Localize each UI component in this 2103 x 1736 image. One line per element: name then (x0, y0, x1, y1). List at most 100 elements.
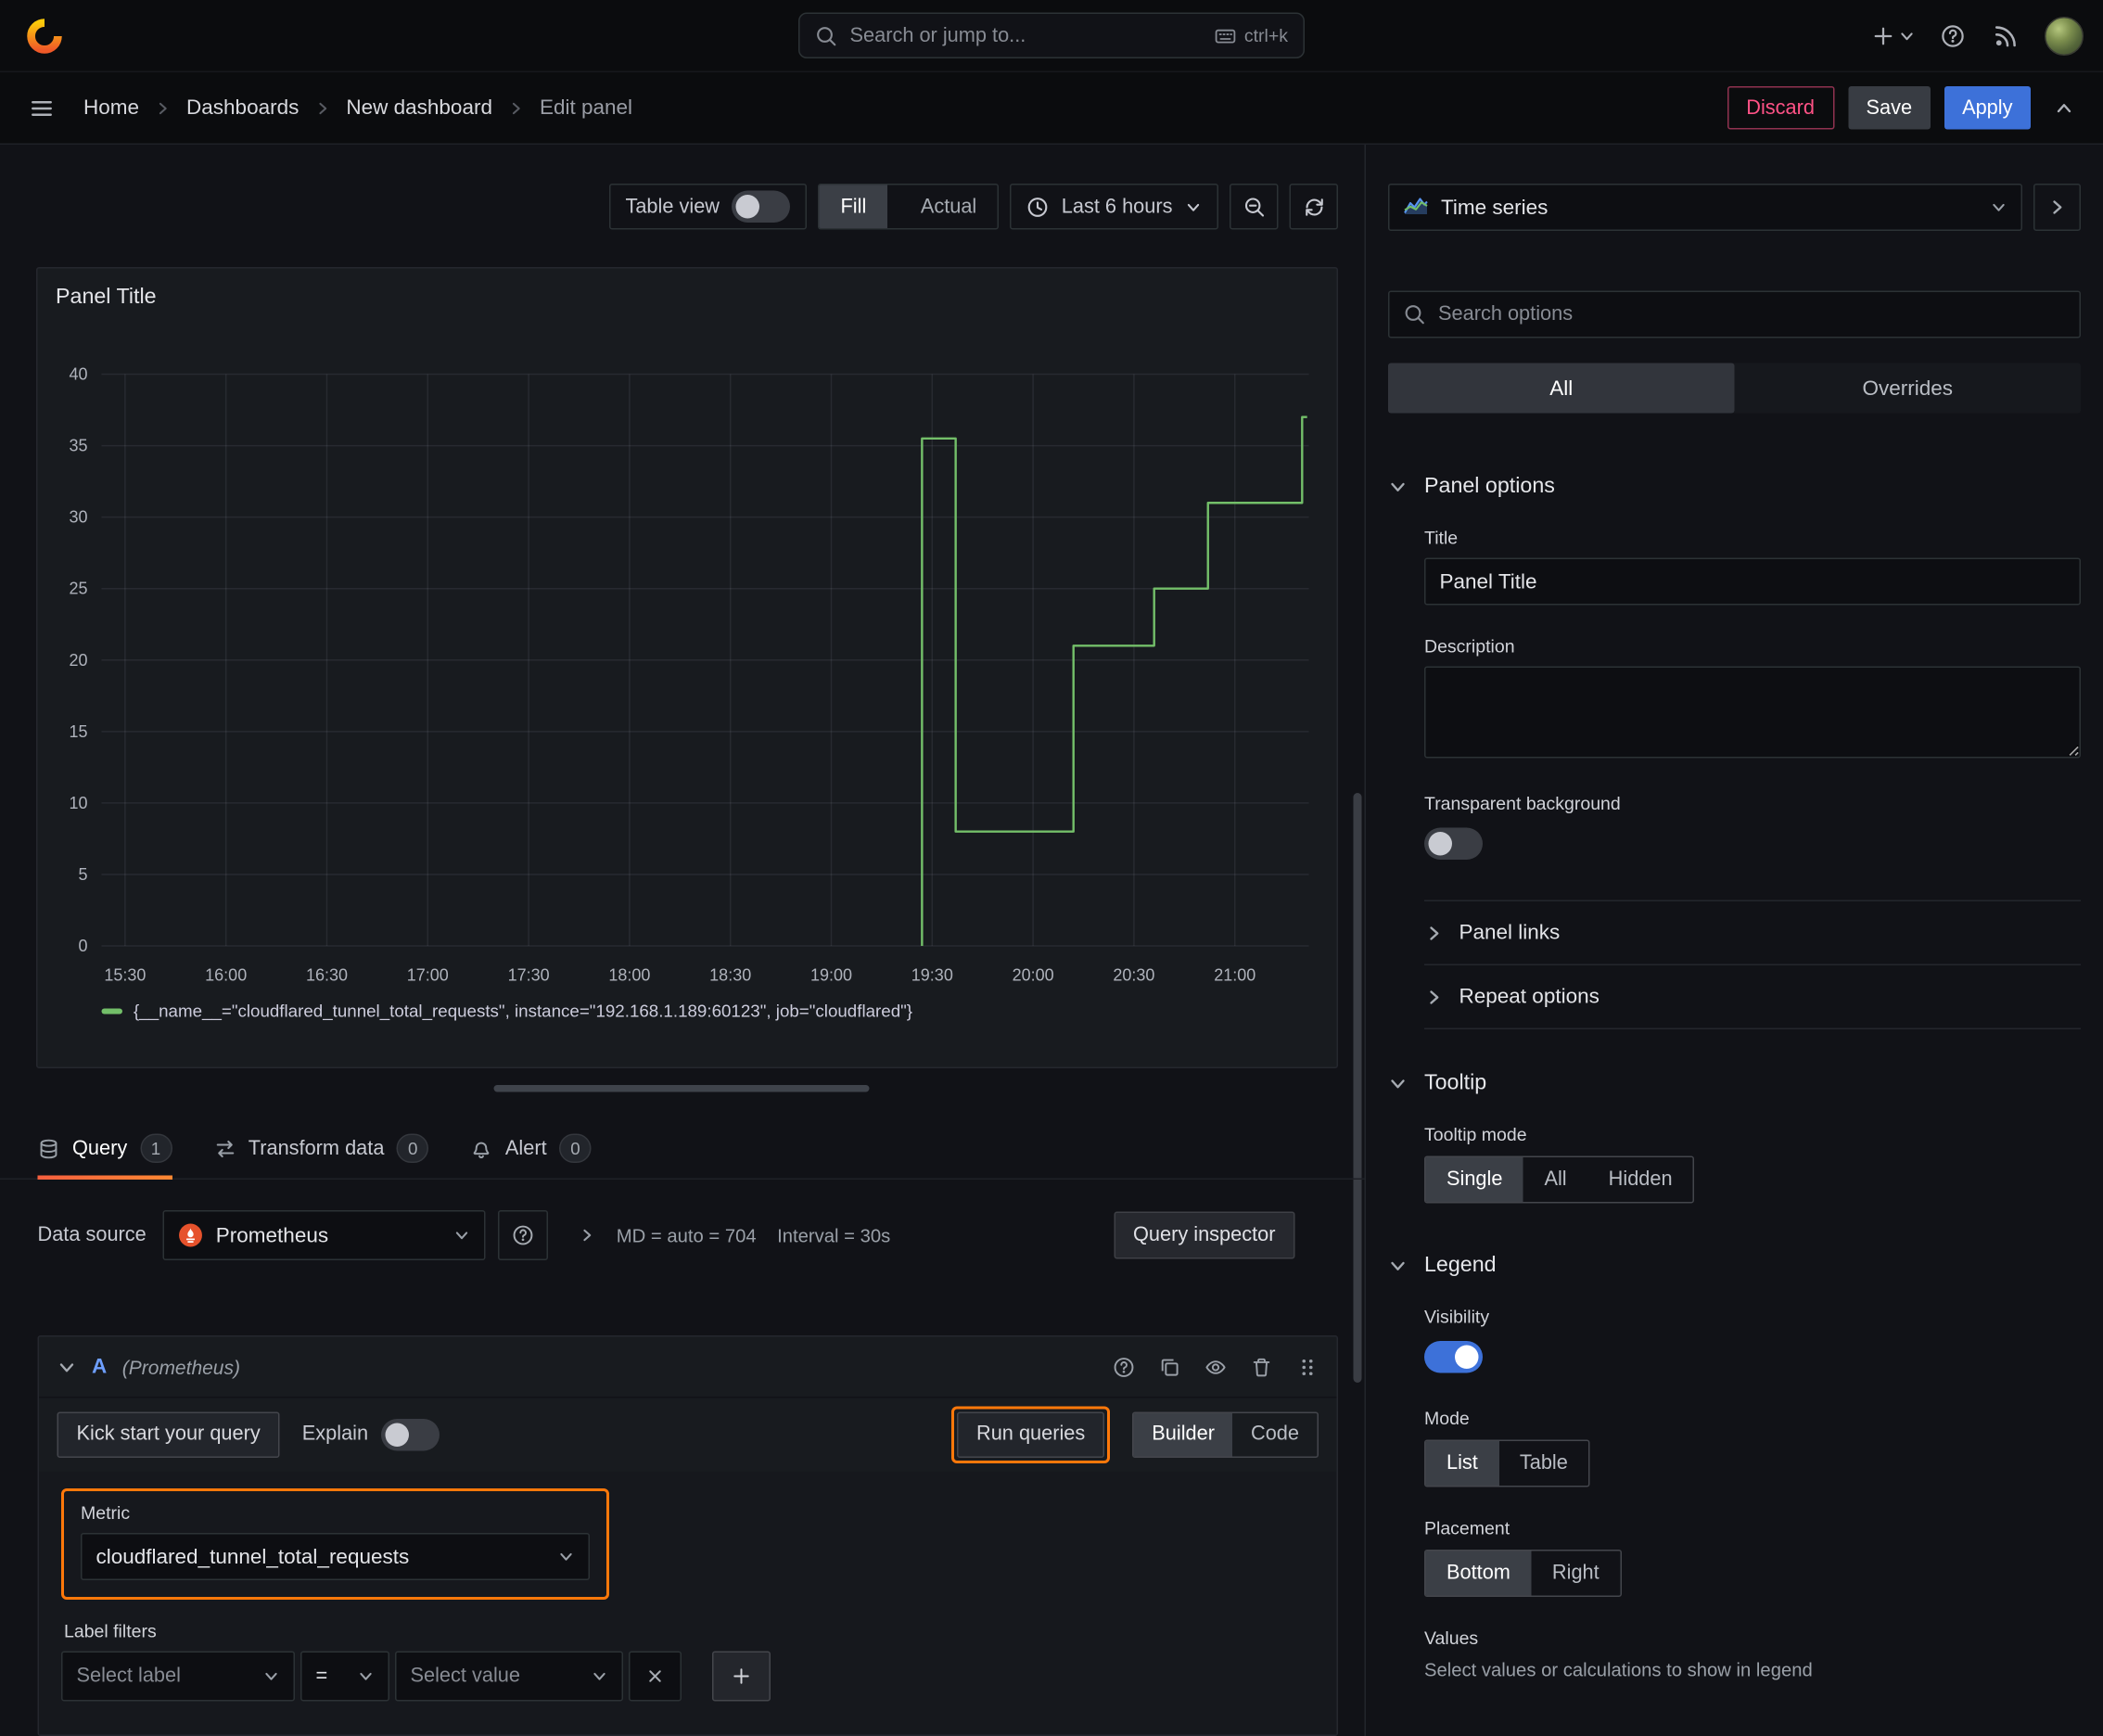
collapse-options-button[interactable] (2033, 184, 2081, 231)
query-builder-toolbar: Kick start your query Explain Run querie… (39, 1398, 1337, 1471)
visualization-row: Time series (1388, 184, 2081, 231)
svg-text:40: 40 (69, 365, 87, 384)
builder-code-segmented: Builder Code (1132, 1410, 1319, 1458)
global-search[interactable]: Search or jump to... ctrl+k (798, 12, 1305, 58)
legend-header[interactable]: Legend (1388, 1254, 2081, 1279)
panel-options-title: Panel options (1424, 474, 1555, 499)
menu-button[interactable] (19, 85, 64, 130)
legend-mode-table[interactable]: Table (1498, 1441, 1588, 1486)
chevron-down-icon (1185, 198, 1202, 215)
table-view-control[interactable]: Table view (608, 184, 808, 230)
legend-placement-label: Placement (1424, 1517, 1510, 1539)
legend-mode-list[interactable]: List (1425, 1441, 1499, 1486)
datasource-help-button[interactable] (498, 1210, 549, 1260)
legend-placement-right[interactable]: Right (1531, 1551, 1620, 1596)
duplicate-icon[interactable] (1159, 1356, 1181, 1378)
remove-filter-button[interactable] (629, 1651, 682, 1702)
visualization-picker[interactable]: Time series (1388, 184, 2022, 231)
tab-alert[interactable]: Alert 0 (470, 1133, 592, 1179)
panel-links-row[interactable]: Panel links (1424, 900, 2081, 964)
tooltip-mode-hidden[interactable]: Hidden (1587, 1157, 1693, 1202)
tab-transform-label: Transform data (248, 1137, 385, 1160)
datasource-picker[interactable]: Prometheus (162, 1210, 486, 1260)
hide-query-icon[interactable] (1204, 1356, 1227, 1378)
hamburger-icon (30, 96, 55, 121)
query-inspector-button[interactable]: Query inspector (1113, 1211, 1295, 1259)
pane-resize-handle[interactable] (493, 1085, 870, 1092)
chevron-right-icon (2047, 198, 2067, 217)
svg-text:18:30: 18:30 (709, 966, 751, 985)
help-button[interactable] (1931, 13, 1975, 57)
options-search[interactable] (1388, 290, 2081, 338)
refresh-button[interactable] (1289, 184, 1338, 230)
panel-options-header[interactable]: Panel options (1388, 475, 2081, 500)
datasource-row: Data source Prometheus MD = auto = 704 I… (38, 1210, 1295, 1260)
builder-option[interactable]: Builder (1133, 1412, 1233, 1456)
select-label-dropdown[interactable]: Select label (61, 1651, 295, 1702)
save-button[interactable]: Save (1847, 86, 1931, 130)
zoom-out-button[interactable] (1230, 184, 1279, 230)
keyboard-icon (1214, 24, 1236, 46)
drag-grip-icon[interactable] (1296, 1356, 1319, 1378)
legend-visibility-toggle[interactable] (1424, 1341, 1483, 1373)
options-search-input[interactable] (1438, 303, 2066, 326)
query-builder-body: Metric cloudflared_tunnel_total_requests… (39, 1472, 1337, 1735)
svg-text:19:00: 19:00 (810, 966, 852, 985)
time-range-picker[interactable]: Last 6 hours (1010, 184, 1218, 230)
legend-mode-label: Mode (1424, 1408, 1470, 1429)
svg-text:5: 5 (78, 865, 87, 884)
chevron-right-icon[interactable] (579, 1227, 595, 1244)
tab-all[interactable]: All (1388, 363, 1735, 414)
tooltip-header[interactable]: Tooltip (1388, 1071, 2081, 1096)
actual-option[interactable]: Actual (899, 185, 997, 229)
add-filter-button[interactable] (712, 1651, 771, 1702)
tab-overrides[interactable]: Overrides (1735, 364, 2082, 414)
explain-toggle[interactable] (380, 1418, 440, 1450)
breadcrumb-home[interactable]: Home (83, 96, 139, 121)
panel-links-label: Panel links (1459, 921, 1561, 945)
discard-button[interactable]: Discard (1727, 86, 1834, 130)
help-icon[interactable] (1113, 1356, 1135, 1378)
time-series-chart[interactable]: 0 5 10 15 20 25 30 35 40 15:30 16:00 16:30 17:00 17:3… (38, 269, 1337, 1067)
legend-placement-bottom[interactable]: Bottom (1425, 1551, 1532, 1596)
tooltip-mode-all[interactable]: All (1523, 1157, 1587, 1202)
fill-option[interactable]: Fill (820, 185, 887, 228)
run-queries-button[interactable]: Run queries (957, 1410, 1105, 1458)
chevron-down-icon (1991, 199, 2007, 216)
operator-dropdown[interactable]: = (300, 1651, 389, 1702)
avatar[interactable] (2045, 16, 2084, 56)
code-option[interactable]: Code (1232, 1412, 1317, 1456)
query-options: MD = auto = 704 Interval = 30s (579, 1225, 890, 1245)
description-textarea[interactable] (1424, 666, 2081, 759)
grafana-logo[interactable] (19, 13, 70, 57)
repeat-options-row[interactable]: Repeat options (1424, 964, 2081, 1028)
apply-button[interactable]: Apply (1944, 86, 2031, 130)
tab-transform[interactable]: Transform data 0 (213, 1133, 429, 1179)
new-button[interactable] (1866, 13, 1923, 57)
trash-icon[interactable] (1251, 1356, 1273, 1378)
scrollbar-thumb[interactable] (1353, 793, 1362, 1383)
panel-title-input[interactable] (1424, 557, 2081, 606)
alert-count-badge: 0 (559, 1133, 592, 1163)
breadcrumb-dashboards[interactable]: Dashboards (186, 96, 299, 121)
grafana-edit-panel-page: Search or jump to... ctrl+k Home Dashboa… (0, 0, 2103, 1736)
explain-label: Explain (301, 1423, 369, 1446)
chevron-down-icon (558, 1549, 575, 1565)
kick-start-button[interactable]: Kick start your query (57, 1410, 280, 1458)
select-value-dropdown[interactable]: Select value (395, 1651, 623, 1702)
collapse-header-button[interactable] (2045, 88, 2084, 127)
collapse-query-icon[interactable] (57, 1357, 77, 1376)
chevron-down-icon (1388, 478, 1408, 497)
tab-query[interactable]: Query 1 (37, 1133, 172, 1180)
transparent-background-toggle[interactable] (1424, 827, 1483, 860)
tooltip-mode-group: Single All Hidden (1424, 1155, 1695, 1204)
legend-item[interactable]: {__name__="cloudflared_tunnel_total_requ… (101, 1002, 912, 1021)
table-view-toggle[interactable] (732, 190, 791, 223)
legend-values-field: Values Select values or calculations to … (1424, 1628, 2081, 1680)
breadcrumb-new-dashboard[interactable]: New dashboard (346, 96, 492, 121)
panel-options-sidebar: Time series All Overrides Panel options (1364, 145, 2103, 1736)
news-button[interactable] (1983, 13, 2028, 57)
transform-count-badge: 0 (396, 1133, 429, 1163)
tooltip-mode-single[interactable]: Single (1425, 1157, 1523, 1202)
metric-select[interactable]: cloudflared_tunnel_total_requests (81, 1533, 590, 1580)
